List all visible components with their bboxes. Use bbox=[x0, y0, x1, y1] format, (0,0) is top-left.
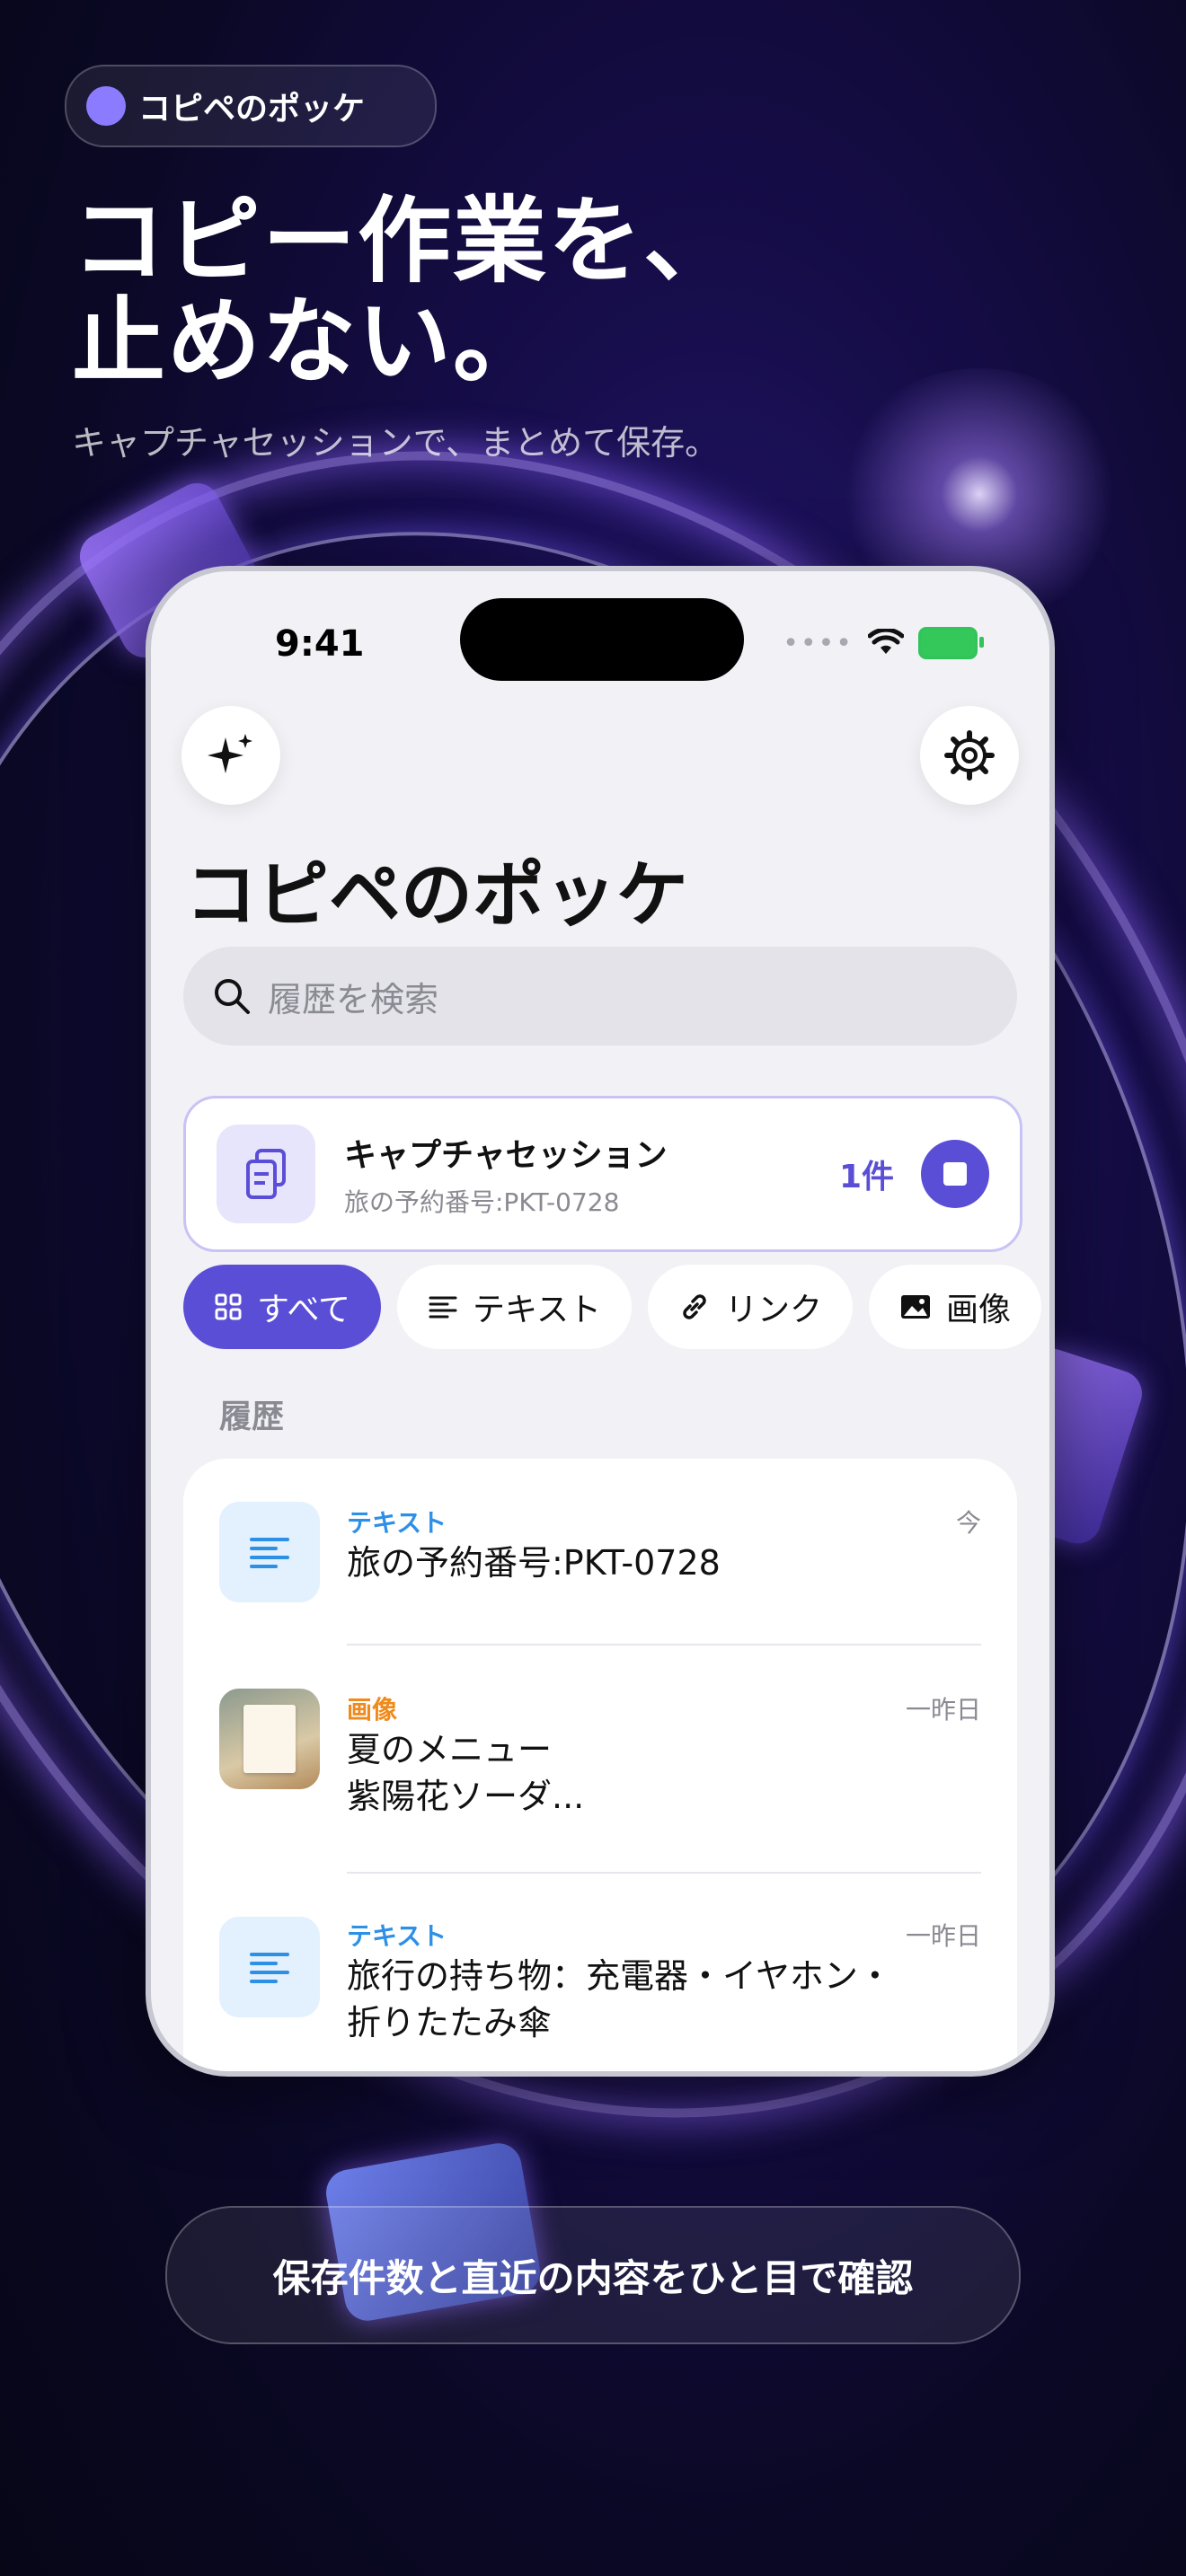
item-kind: 画像 bbox=[347, 1695, 398, 1725]
brand-dot-icon bbox=[86, 86, 126, 126]
menu-photo-thumbnail bbox=[219, 1689, 320, 1789]
item-time: 今 bbox=[955, 1508, 981, 1538]
text-lines-icon bbox=[429, 1296, 457, 1319]
clipboard-copy-icon bbox=[217, 1125, 315, 1223]
link-icon bbox=[683, 1294, 706, 1319]
capture-count: 1件 bbox=[838, 1159, 894, 1195]
text-doc-icon bbox=[219, 1917, 320, 2017]
item-time: 一昨日 bbox=[905, 1695, 981, 1725]
stop-icon bbox=[943, 1162, 967, 1186]
history-section-label: 履歴 bbox=[219, 1398, 285, 1435]
promo-screen: コピペのポッケ コピー作業を、 止めない。 キャプチャセッションで、まとめて保存… bbox=[0, 0, 1186, 2576]
search-placeholder: 履歴を検索 bbox=[268, 979, 439, 1019]
headline: コピー作業を、 止めない。 bbox=[72, 190, 739, 392]
search-icon bbox=[215, 979, 250, 1014]
subheadline: キャプチャセッションで、まとめて保存。 bbox=[72, 423, 720, 463]
signal-dots-icon: •••• bbox=[783, 627, 854, 659]
filter-text-chip[interactable]: テキスト bbox=[397, 1265, 632, 1349]
settings-button[interactable] bbox=[920, 706, 1019, 805]
item-content-line2: 折りたたみ傘 bbox=[347, 2003, 553, 2042]
app-title: コピペのポッケ bbox=[185, 853, 688, 937]
history-list: テキスト 今 旅の予約番号:PKT-0728 画像 一昨日 夏のメニュー 紫陽花… bbox=[183, 1459, 1017, 2071]
item-content: 旅の予約番号:PKT-0728 bbox=[347, 1539, 721, 1586]
status-icons: •••• bbox=[783, 627, 984, 659]
image-icon bbox=[900, 1295, 930, 1319]
item-content-line2: 紫陽花ソーダ... bbox=[347, 1777, 585, 1816]
dynamic-island bbox=[460, 598, 744, 681]
history-item[interactable]: テキスト 一昨日 旅行の持ち物：充電器・イヤホン・ 折りたたみ傘 bbox=[183, 1872, 1017, 2071]
menu-card-image bbox=[243, 1705, 296, 1773]
capture-subtitle: 旅の予約番号:PKT-0728 bbox=[344, 1187, 620, 1217]
phone-mockup: 9:41 •••• コピペのポッケ 履歴を検索 キャプチャセッション 旅の予約番… bbox=[146, 566, 1055, 2077]
filter-all-chip[interactable]: すべて bbox=[183, 1265, 382, 1349]
headline-line1: コピー作業を、 bbox=[72, 186, 739, 296]
filter-link-label: リンク bbox=[724, 1292, 822, 1328]
brand-pill: コピペのポッケ bbox=[65, 65, 437, 147]
history-item[interactable]: 画像 一昨日 夏のメニュー 紫陽花ソーダ... bbox=[183, 1645, 1017, 1874]
item-kind: テキスト bbox=[347, 1508, 447, 1538]
status-time: 9:41 bbox=[275, 623, 365, 665]
wifi-icon bbox=[868, 629, 904, 654]
caption-text: 保存件数と直近の内容をひと目で確認 bbox=[272, 2255, 914, 2300]
battery-icon bbox=[918, 627, 984, 659]
brand-name: コピペのポッケ bbox=[138, 91, 366, 128]
filter-chips: すべて テキスト リンク 画像 bbox=[183, 1265, 1041, 1349]
sparkles-button[interactable] bbox=[181, 706, 280, 805]
item-content: 夏のメニュー 紫陽花ソーダ... bbox=[347, 1726, 584, 1820]
headline-line2: 止めない。 bbox=[72, 287, 549, 396]
caption-pill: 保存件数と直近の内容をひと目で確認 bbox=[165, 2206, 1021, 2344]
item-content-line1: 旅の予約番号:PKT-0728 bbox=[347, 1543, 721, 1583]
grid-icon bbox=[215, 1293, 242, 1320]
item-kind: テキスト bbox=[347, 1921, 447, 1951]
item-content: 旅行の持ち物：充電器・イヤホン・ 折りたたみ傘 bbox=[347, 1953, 892, 2046]
item-content-line1: 旅行の持ち物：充電器・イヤホン・ bbox=[347, 1956, 892, 1996]
filter-all-label: すべて bbox=[257, 1292, 351, 1328]
filter-link-chip[interactable]: リンク bbox=[647, 1265, 853, 1349]
text-doc-icon bbox=[219, 1502, 320, 1602]
item-content-line1: 夏のメニュー bbox=[347, 1730, 553, 1769]
gear-icon bbox=[944, 730, 995, 781]
filter-text-label: テキスト bbox=[473, 1292, 601, 1328]
capture-session-card[interactable]: キャプチャセッション 旅の予約番号:PKT-0728 1件 bbox=[183, 1096, 1022, 1252]
item-time: 一昨日 bbox=[905, 1921, 981, 1951]
stop-capture-button[interactable] bbox=[921, 1140, 989, 1208]
capture-title: キャプチャセッション bbox=[344, 1137, 668, 1174]
search-field[interactable]: 履歴を検索 bbox=[183, 947, 1017, 1045]
filter-image-label: 画像 bbox=[945, 1292, 1011, 1328]
sparkles-icon bbox=[208, 734, 252, 773]
filter-image-chip[interactable]: 画像 bbox=[868, 1265, 1041, 1349]
